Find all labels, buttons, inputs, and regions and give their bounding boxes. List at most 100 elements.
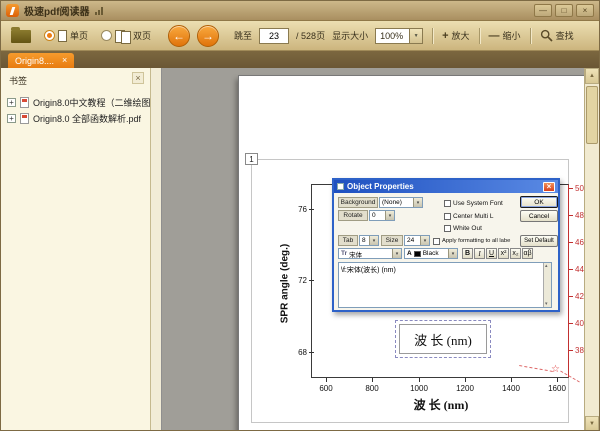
x-axis-tick: 1000 <box>404 384 434 393</box>
page-number-input[interactable] <box>259 28 289 44</box>
ok-button[interactable]: OK <box>520 196 558 208</box>
single-page-icon <box>58 30 67 42</box>
document-icon <box>20 113 29 124</box>
checkbox-label: White Out <box>453 225 482 232</box>
background-label: Background <box>338 197 378 208</box>
double-page-label: 双页 <box>133 29 151 42</box>
truetype-icon: Tr <box>341 250 347 257</box>
chevron-down-icon[interactable]: ▼ <box>409 29 422 43</box>
app-window: 极速pdf阅读器 — □ × 单页 双页 跳至 / 528页 显示大小 100%… <box>0 0 600 431</box>
window-controls: — □ × <box>534 4 594 17</box>
greek-button[interactable]: αβ <box>522 248 533 259</box>
app-logo-icon <box>6 4 19 17</box>
dialog-title: Object Properties <box>347 182 414 191</box>
single-page-label: 单页 <box>70 29 88 42</box>
scroll-up-icon[interactable]: ▲ <box>585 68 599 84</box>
apply-all-checkbox[interactable]: Apply formatting to all labe <box>433 237 510 245</box>
minus-icon: — <box>489 30 500 42</box>
superscript-button[interactable]: x² <box>498 248 509 259</box>
dialog-icon <box>337 183 344 190</box>
minimize-button[interactable]: — <box>534 4 552 17</box>
white-out-checkbox[interactable]: White Out <box>444 224 482 232</box>
center-multi-checkbox[interactable]: Center Multi L <box>444 212 493 220</box>
star-marker-icon: ☆ <box>551 364 560 375</box>
bookmark-label: Origin8.0 全部函数解析.pdf <box>33 112 141 125</box>
document-view: 1 SPR angle (deg.) 76 72 68 50 48 46 44 … <box>162 68 586 431</box>
tab-dropdown[interactable]: 8 <box>359 235 379 246</box>
font-dropdown[interactable]: Tr 宋体 <box>338 248 402 259</box>
plus-icon: + <box>442 30 448 42</box>
single-page-toggle[interactable]: 单页 <box>44 29 88 42</box>
zoom-level-value: 100% <box>376 31 409 41</box>
size-dropdown[interactable]: 24 <box>404 235 430 246</box>
double-page-toggle[interactable]: 双页 <box>101 29 151 42</box>
find-label: 查找 <box>556 29 574 42</box>
checkbox-label: Center Multi L <box>453 213 493 220</box>
y-axis-tick: 72 <box>289 276 307 285</box>
textarea-scrollbar[interactable] <box>543 263 551 307</box>
open-file-button[interactable] <box>11 30 31 43</box>
checkbox-icon <box>444 213 451 220</box>
size-label: Size <box>381 235 403 246</box>
close-button[interactable]: × <box>576 4 594 17</box>
x-axis-tick: 600 <box>311 384 341 393</box>
object-properties-dialog: Object Properties × Background (None) Us… <box>332 178 560 312</box>
dialog-close-button[interactable]: × <box>543 182 555 192</box>
forward-button[interactable] <box>197 25 219 47</box>
find-button[interactable]: 查找 <box>540 29 574 42</box>
italic-button[interactable]: I <box>474 248 485 259</box>
background-value: (None) <box>382 199 402 206</box>
x-axis-tick: 1400 <box>496 384 526 393</box>
panel-splitter[interactable] <box>151 68 162 431</box>
zoom-level-select[interactable]: 100% ▼ <box>375 28 423 44</box>
use-system-font-checkbox[interactable]: Use System Font <box>444 199 503 207</box>
set-default-button[interactable]: Set Default <box>520 235 558 247</box>
axis-title-object[interactable]: 波 长 (nm) <box>399 324 487 354</box>
layer-badge: 1 <box>245 153 258 165</box>
tab-close-icon[interactable]: × <box>62 56 67 65</box>
checkbox-icon <box>444 200 451 207</box>
checkbox-label: Apply formatting to all labe <box>442 238 510 244</box>
jump-to-label: 跳至 <box>234 29 252 42</box>
x-axis-tick: 1600 <box>542 384 572 393</box>
underline-button[interactable]: U <box>486 248 497 259</box>
bookmarks-header: 书签 × <box>1 68 150 90</box>
page-total-label: / 528页 <box>296 29 325 42</box>
vertical-scrollbar[interactable]: ▲ ▼ <box>584 68 599 431</box>
zoom-in-button[interactable]: + 放大 <box>442 29 469 42</box>
bookmark-item[interactable]: + Origin8.0 全部函数解析.pdf <box>7 110 150 126</box>
text-content-area[interactable]: \f:宋体(波长) (nm) <box>338 262 552 308</box>
zoom-out-button[interactable]: — 缩小 <box>489 29 521 42</box>
toolbar-divider <box>432 28 433 44</box>
cancel-button[interactable]: Cancel <box>520 210 558 222</box>
dialog-title-bar[interactable]: Object Properties × <box>334 180 558 193</box>
color-swatch <box>414 251 421 257</box>
radio-unselected-icon <box>101 30 112 41</box>
background-dropdown[interactable]: (None) <box>379 197 423 208</box>
color-dropdown[interactable]: A Black <box>404 248 458 259</box>
scroll-down-icon[interactable]: ▼ <box>585 416 599 431</box>
x-axis-label: 波 长 (nm) <box>356 396 526 413</box>
bookmark-label: Origin8.0中文教程（二维绘图，带 <box>33 96 150 109</box>
tab-origin8[interactable]: Origin8.... × <box>8 53 74 68</box>
main-toolbar: 单页 双页 跳至 / 528页 显示大小 100% ▼ + 放大 — 缩小 <box>1 21 599 51</box>
rotate-dropdown[interactable]: 0 <box>369 210 395 221</box>
radio-selected-icon <box>44 30 55 41</box>
panel-close-button[interactable]: × <box>132 72 144 84</box>
signal-icon <box>95 7 103 15</box>
tab-bar: Origin8.... × <box>1 51 599 68</box>
subscript-button[interactable]: x₂ <box>510 248 521 259</box>
y-axis-tick: 76 <box>289 205 307 214</box>
tab-value: 8 <box>362 237 366 244</box>
back-button[interactable] <box>168 25 190 47</box>
maximize-button[interactable]: □ <box>555 4 573 17</box>
document-icon <box>20 97 29 108</box>
bookmark-item[interactable]: + Origin8.0中文教程（二维绘图，带 <box>7 94 150 110</box>
checkbox-icon <box>433 238 440 245</box>
zoom-out-label: 缩小 <box>503 29 521 42</box>
bold-button[interactable]: B <box>462 248 473 259</box>
scrollbar-thumb[interactable] <box>586 86 598 144</box>
expand-icon[interactable]: + <box>7 114 16 123</box>
pdf-page: 1 SPR angle (deg.) 76 72 68 50 48 46 44 … <box>239 76 586 431</box>
expand-icon[interactable]: + <box>7 98 16 107</box>
